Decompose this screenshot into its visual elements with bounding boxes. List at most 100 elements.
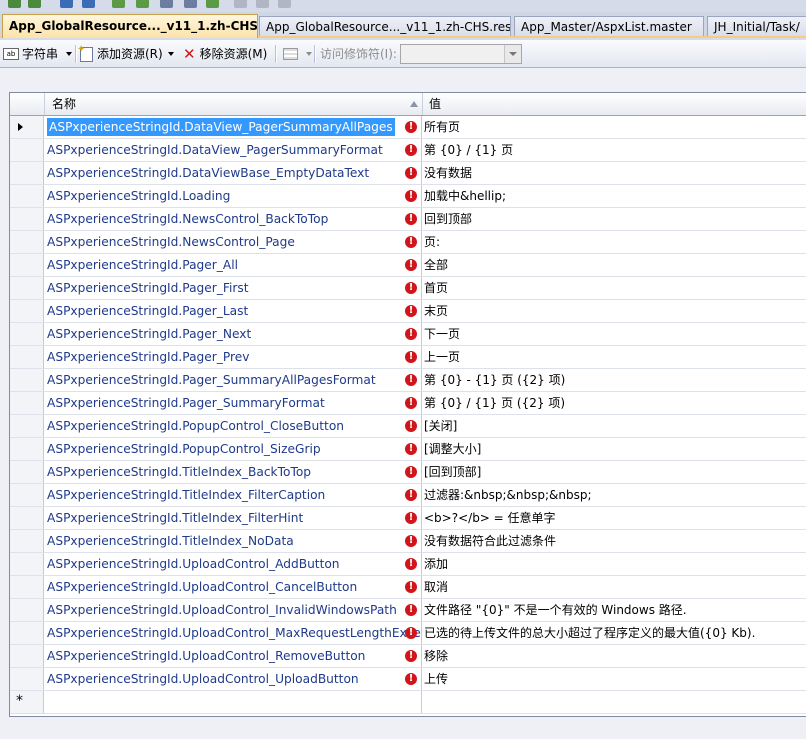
row-header[interactable] [10, 300, 44, 322]
resource-name-cell[interactable]: ASPxperienceStringId.NewsControl_BackToT… [44, 208, 422, 230]
resource-value-cell[interactable]: 过滤器:&nbsp;&nbsp;&nbsp; [422, 484, 806, 506]
resource-name-cell[interactable]: ASPxperienceStringId.TitleIndex_BackToTo… [44, 461, 422, 483]
resource-value-cell[interactable]: 全部 [422, 254, 806, 276]
row-header[interactable] [10, 185, 44, 207]
resource-value-cell[interactable]: 取消 [422, 576, 806, 598]
resource-name-cell[interactable]: ASPxperienceStringId.Loading! [44, 185, 422, 207]
table-row[interactable]: ASPxperienceStringId.PopupControl_CloseB… [10, 415, 806, 438]
resource-value-cell[interactable]: [调整大小] [422, 438, 806, 460]
nav-forward-icon[interactable] [28, 0, 41, 8]
tool-icon[interactable] [256, 0, 269, 8]
row-header[interactable] [10, 369, 44, 391]
resource-value-cell[interactable]: 添加 [422, 553, 806, 575]
row-header[interactable] [10, 415, 44, 437]
resource-value-cell[interactable]: 移除 [422, 645, 806, 667]
chevron-down-icon[interactable] [504, 45, 521, 63]
views-dropdown-button[interactable] [283, 44, 312, 64]
add-resource-dropdown[interactable] [168, 44, 174, 64]
table-row[interactable]: ASPxperienceStringId.Pager_All! 全部 [10, 254, 806, 277]
table-row[interactable]: ASPxperienceStringId.TitleIndex_BackToTo… [10, 461, 806, 484]
table-row[interactable]: ASPxperienceStringId.Pager_Prev! 上一页 [10, 346, 806, 369]
table-row[interactable]: ASPxperienceStringId.NewsControl_BackToT… [10, 208, 806, 231]
row-header[interactable] [10, 484, 44, 506]
resource-name-cell[interactable]: ASPxperienceStringId.Pager_First! [44, 277, 422, 299]
resource-name-cell[interactable]: ASPxperienceStringId.TitleIndex_FilterHi… [44, 507, 422, 529]
resource-value-cell[interactable]: [关闭] [422, 415, 806, 437]
tab-aspxlist-master[interactable]: App_Master/AspxList.master [514, 16, 704, 36]
resource-name-cell[interactable]: ASPxperienceStringId.Pager_Last! [44, 300, 422, 322]
row-header[interactable] [10, 461, 44, 483]
tab-resx[interactable]: App_GlobalResource..._v11_1.zh-CHS.resx [259, 16, 511, 36]
resource-name-cell[interactable]: ASPxperienceStringId.UploadControl_Remov… [44, 645, 422, 667]
table-row[interactable]: ASPxperienceStringId.TitleIndex_NoData! 没… [10, 530, 806, 553]
resource-value-cell[interactable]: 末页 [422, 300, 806, 322]
table-row[interactable]: ASPxperienceStringId.NewsControl_Page! 页: [10, 231, 806, 254]
strings-dropdown-button[interactable]: ab 字符串 [3, 44, 73, 64]
nav-back-icon[interactable] [8, 0, 21, 8]
row-header[interactable] [10, 668, 44, 690]
table-row[interactable]: ASPxperienceStringId.PopupControl_SizeGr… [10, 438, 806, 461]
resource-value-cell[interactable]: 所有页 [422, 116, 806, 138]
resource-name-cell[interactable] [44, 691, 422, 713]
table-row[interactable]: ASPxperienceStringId.Pager_Next! 下一页 [10, 323, 806, 346]
tab-jh-initial[interactable]: JH_Initial/Task/ [707, 16, 806, 36]
row-header[interactable] [10, 530, 44, 552]
row-header[interactable] [10, 116, 44, 138]
tool-icon[interactable] [60, 0, 73, 8]
resource-value-cell[interactable]: 下一页 [422, 323, 806, 345]
table-row[interactable]: ASPxperienceStringId.UploadControl_MaxRe… [10, 622, 806, 645]
column-header-name[interactable]: 名称 [44, 93, 422, 115]
resource-value-cell[interactable]: 已选的待上传文件的总大小超过了程序定义的最大值({0} Kb). [422, 622, 806, 644]
resource-value-cell[interactable]: 回到顶部 [422, 208, 806, 230]
tab-resx-active[interactable]: App_GlobalResource..._v11_1.zh-CHS.resx [2, 14, 258, 38]
resource-name-cell[interactable]: ASPxperienceStringId.TitleIndex_FilterCa… [44, 484, 422, 506]
resource-value-cell[interactable]: 加载中&hellip; [422, 185, 806, 207]
row-header[interactable] [10, 323, 44, 345]
resource-name-cell[interactable]: ASPxperienceStringId.Pager_All! [44, 254, 422, 276]
resource-name-cell[interactable]: ASPxperienceStringId.NewsControl_Page! [44, 231, 422, 253]
resource-value-cell[interactable]: <b>?</b> = 任意单字 [422, 507, 806, 529]
row-header[interactable] [10, 254, 44, 276]
add-resource-button[interactable]: ✦ 添加资源(R) [77, 44, 163, 64]
column-header-value[interactable]: 值 [422, 93, 806, 115]
table-row[interactable]: ASPxperienceStringId.Loading! 加载中&hellip; [10, 185, 806, 208]
resource-name-cell[interactable]: ASPxperienceStringId.UploadControl_AddBu… [44, 553, 422, 575]
tool-icon[interactable] [184, 0, 197, 8]
resource-name-cell[interactable]: ASPxperienceStringId.Pager_SummaryAllPag… [44, 369, 422, 391]
resource-value-cell[interactable]: 页: [422, 231, 806, 253]
resource-name-cell[interactable]: ASPxperienceStringId.UploadControl_Inval… [44, 599, 422, 621]
row-header[interactable] [10, 599, 44, 621]
resource-name-cell[interactable]: ASPxperienceStringId.PopupControl_SizeGr… [44, 438, 422, 460]
resource-name-cell[interactable]: ASPxperienceStringId.DataViewBase_EmptyD… [44, 162, 422, 184]
table-row[interactable]: ASPxperienceStringId.UploadControl_AddBu… [10, 553, 806, 576]
resource-value-cell[interactable]: 第 {0} - {1} 页 ({2} 项) [422, 369, 806, 391]
resource-name-cell[interactable]: ASPxperienceStringId.PopupControl_CloseB… [44, 415, 422, 437]
table-row[interactable]: ASPxperienceStringId.Pager_SummaryFormat… [10, 392, 806, 415]
row-header[interactable] [10, 622, 44, 644]
tool-icon[interactable] [160, 0, 173, 8]
table-row[interactable]: ASPxperienceStringId.UploadControl_Remov… [10, 645, 806, 668]
table-row[interactable]: ASPxperienceStringId.DataViewBase_EmptyD… [10, 162, 806, 185]
resource-name-cell[interactable]: ASPxperienceStringId.DataView_PagerSumma… [44, 116, 422, 138]
resource-name-cell[interactable]: ASPxperienceStringId.DataView_PagerSumma… [44, 139, 422, 161]
resource-value-cell[interactable]: 没有数据符合此过滤条件 [422, 530, 806, 552]
row-header[interactable] [10, 277, 44, 299]
resource-value-cell[interactable] [422, 691, 806, 713]
table-row[interactable]: ASPxperienceStringId.Pager_Last! 末页 [10, 300, 806, 323]
table-row[interactable]: ASPxperienceStringId.TitleIndex_FilterCa… [10, 484, 806, 507]
tool-icon[interactable] [278, 0, 291, 8]
new-row[interactable]: * [10, 691, 806, 714]
resource-name-cell[interactable]: ASPxperienceStringId.Pager_Next! [44, 323, 422, 345]
table-row[interactable]: ASPxperienceStringId.UploadControl_Uploa… [10, 668, 806, 691]
resource-value-cell[interactable]: 没有数据 [422, 162, 806, 184]
resource-name-cell[interactable]: ASPxperienceStringId.UploadControl_Cance… [44, 576, 422, 598]
row-header[interactable] [10, 346, 44, 368]
row-header[interactable] [10, 576, 44, 598]
resource-name-cell[interactable]: ASPxperienceStringId.UploadControl_MaxRe… [44, 622, 422, 644]
resource-value-cell[interactable]: 上一页 [422, 346, 806, 368]
resource-value-cell[interactable]: 上传 [422, 668, 806, 690]
table-row[interactable]: ASPxperienceStringId.UploadControl_Cance… [10, 576, 806, 599]
row-header[interactable] [10, 208, 44, 230]
access-modifier-select[interactable] [400, 44, 522, 64]
table-row[interactable]: ASPxperienceStringId.TitleIndex_FilterHi… [10, 507, 806, 530]
